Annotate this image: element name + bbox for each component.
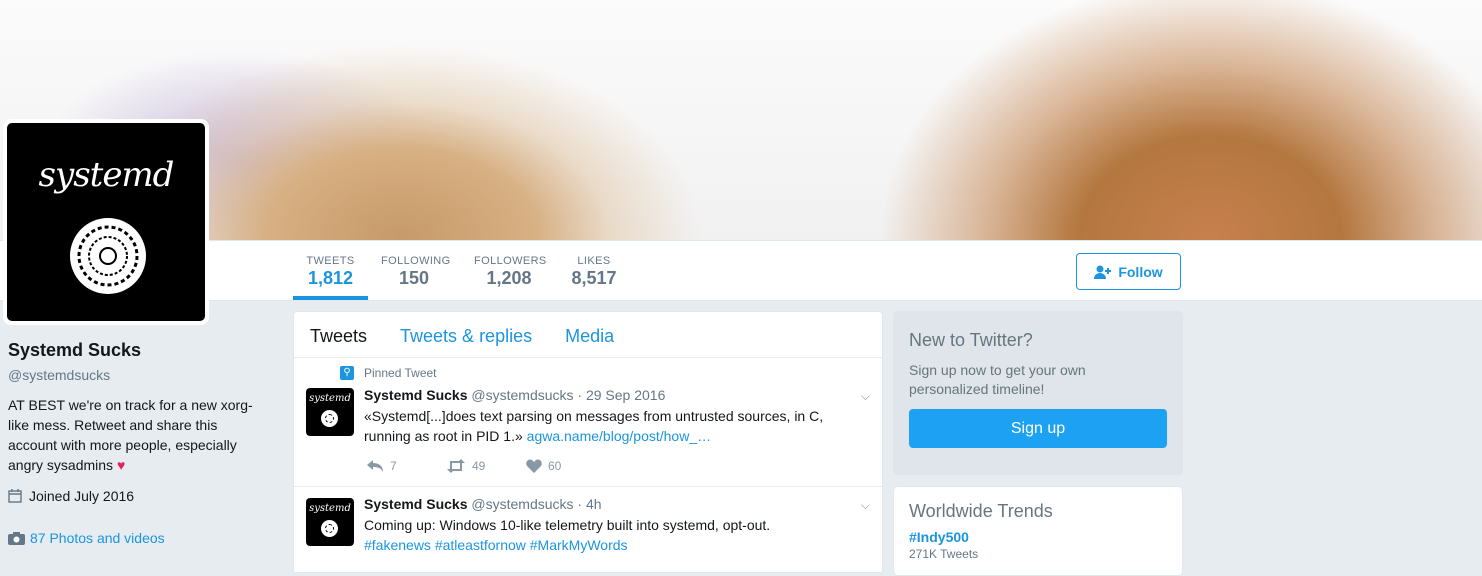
tab-tweets[interactable]: Tweets <box>294 326 384 357</box>
stat-tweets[interactable]: TWEETS 1,812 <box>293 255 368 300</box>
tweet-avatar[interactable]: systemd <box>306 388 354 436</box>
stat-label: FOLLOWING <box>381 255 451 267</box>
pinned-indicator: ⚲ Pinned Tweet <box>340 366 437 380</box>
systemd-emblem-icon <box>70 218 146 294</box>
follow-button[interactable]: Follow <box>1076 253 1181 290</box>
camera-icon <box>8 532 25 545</box>
follow-label: Follow <box>1118 263 1163 280</box>
tweet-link[interactable]: agwa.name/blog/post/how_… <box>527 428 711 444</box>
stat-value: 8,517 <box>571 268 617 288</box>
tweet-header: Systemd Sucks @systemdsucks · 29 Sep 201… <box>364 387 665 403</box>
stat-likes[interactable]: LIKES 8,517 <box>568 255 620 289</box>
photos-link[interactable]: 87 Photos and videos <box>8 530 263 546</box>
tweet-hashtags[interactable]: #fakenews #atleastfornow #MarkMyWords <box>364 537 628 553</box>
profile-bio: AT BEST we're on track for a new xorg-li… <box>8 395 263 475</box>
signup-title: New to Twitter? <box>909 330 1033 350</box>
tweet-header: Systemd Sucks @systemdsucks · 4h <box>364 496 602 512</box>
retweet-count: 49 <box>472 459 486 473</box>
tweet-avatar[interactable]: systemd <box>306 498 354 546</box>
trend-hashtag[interactable]: #Indy500 <box>909 529 969 545</box>
heart-outline-icon <box>526 459 542 473</box>
retweet-button[interactable]: 49 <box>446 459 526 473</box>
tweet-actions: 7 49 60 <box>366 459 606 473</box>
retweet-icon <box>447 459 465 473</box>
profile-handle[interactable]: @systemdsucks <box>8 367 263 383</box>
tweet-text: Coming up: Windows 10-like telemetry bui… <box>364 515 844 555</box>
chevron-down-icon[interactable]: ⌵ <box>861 498 870 513</box>
signup-subtitle: Sign up now to get your own personalized… <box>909 362 1086 397</box>
like-button[interactable]: 60 <box>526 459 606 473</box>
stat-followers[interactable]: FOLLOWERS 1,208 <box>474 255 547 289</box>
trends-title: Worldwide Trends <box>909 501 1053 521</box>
stat-label: LIKES <box>577 255 611 267</box>
pinned-label: Pinned Tweet <box>364 366 437 380</box>
tweet-author[interactable]: Systemd Sucks <box>364 387 468 403</box>
stat-value: 1,812 <box>307 268 354 288</box>
bio-text: AT BEST we're on track for a new xorg-li… <box>8 397 253 473</box>
signup-button[interactable]: Sign up <box>909 409 1167 448</box>
tweet-divider <box>294 486 882 487</box>
signup-module: New to Twitter? Sign up now to get your … <box>893 311 1183 475</box>
chevron-down-icon[interactable]: ⌵ <box>861 389 870 404</box>
tweet-author[interactable]: Systemd Sucks <box>364 496 468 512</box>
stat-label: TWEETS <box>306 255 355 267</box>
photos-label: 87 Photos and videos <box>30 530 165 546</box>
joined-text: Joined July 2016 <box>29 488 135 504</box>
profile-card: Systemd Sucks @systemdsucks AT BEST we'r… <box>8 340 263 546</box>
like-count: 60 <box>548 459 562 473</box>
stat-label: FOLLOWERS <box>474 255 547 267</box>
stat-following[interactable]: FOLLOWING 150 <box>381 255 451 289</box>
reply-icon <box>367 460 383 472</box>
timeline: Tweets Tweets & replies Media ⚲ Pinned T… <box>293 311 883 573</box>
tab-media[interactable]: Media <box>549 326 631 357</box>
trend-count: 271K Tweets <box>909 547 979 561</box>
reply-button[interactable]: 7 <box>366 459 446 473</box>
reply-count: 7 <box>390 459 397 473</box>
pin-icon: ⚲ <box>340 366 354 380</box>
tweet-meta[interactable]: @systemdsucks · 4h <box>471 496 601 512</box>
trends-module: Worldwide Trends #Indy500 271K Tweets <box>893 486 1183 576</box>
tweet-avatar-text: systemd <box>309 503 351 514</box>
timeline-tabs: Tweets Tweets & replies Media <box>294 312 882 358</box>
stat-value: 1,208 <box>486 268 532 288</box>
add-user-icon <box>1094 265 1112 279</box>
calendar-icon <box>8 489 22 503</box>
heart-icon: ♥ <box>116 457 126 473</box>
tweet-avatar-text: systemd <box>309 393 351 404</box>
tweet-meta[interactable]: @systemdsucks · 29 Sep 2016 <box>471 387 665 403</box>
tweet-text: «Systemd[...]does text parsing on messag… <box>364 406 844 446</box>
avatar[interactable]: systemd <box>3 119 209 325</box>
avatar-logo-text: systemd <box>38 155 175 195</box>
tab-tweets-replies[interactable]: Tweets & replies <box>384 326 549 357</box>
profile-name[interactable]: Systemd Sucks <box>8 340 263 361</box>
joined-date: Joined July 2016 <box>8 488 263 504</box>
profile-banner <box>0 0 1482 241</box>
stat-value: 150 <box>398 268 430 288</box>
tweet-body: Coming up: Windows 10-like telemetry bui… <box>364 517 771 533</box>
profile-nav: TWEETS 1,812 FOLLOWING 150 FOLLOWERS 1,2… <box>0 241 1482 301</box>
